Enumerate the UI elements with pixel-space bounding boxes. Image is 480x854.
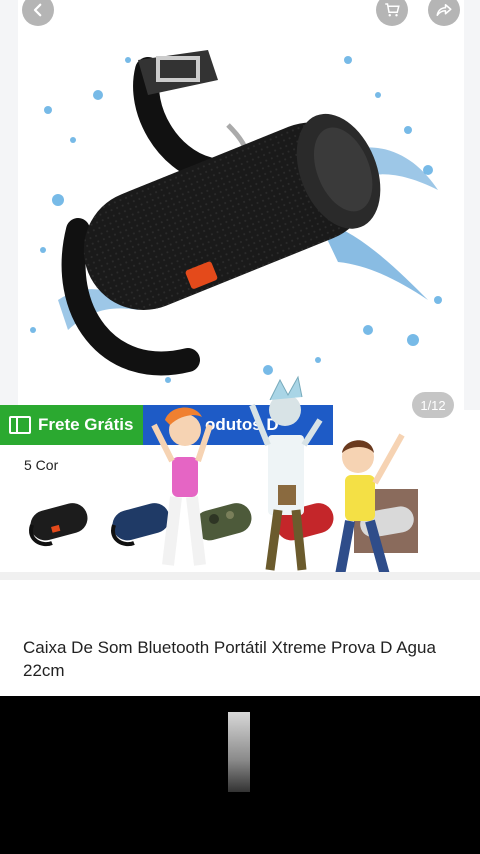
- free-shipping-label: Frete Grátis: [38, 415, 134, 434]
- color-swatch-black[interactable]: [22, 485, 94, 557]
- product-image: [30, 50, 442, 383]
- product-image-gallery[interactable]: [18, 0, 464, 405]
- sticker-character-center: [249, 375, 323, 571]
- share-icon: [436, 4, 452, 16]
- left-margin: [0, 0, 18, 410]
- free-shipping-badge: Frete Grátis: [0, 405, 143, 445]
- back-arrow-icon: [33, 3, 42, 17]
- section-divider: [0, 572, 480, 580]
- sticker-character-left: [151, 407, 213, 566]
- product-title: Caixa De Som Bluetooth Portátil Xtreme P…: [23, 638, 436, 680]
- right-margin: [464, 0, 480, 410]
- product-page: 1/12 Frete Grátis odutos D 5 Cor Caixa D…: [0, 0, 480, 696]
- cart-icon: [385, 3, 400, 17]
- video-thumbnail[interactable]: [228, 712, 250, 792]
- speaker-thumbnail: [29, 503, 88, 546]
- sticker-character-right: [335, 433, 405, 577]
- colors-label: 5 Cor: [24, 457, 59, 473]
- ticket-icon: [9, 416, 31, 434]
- animated-sticker-overlay: [151, 375, 405, 577]
